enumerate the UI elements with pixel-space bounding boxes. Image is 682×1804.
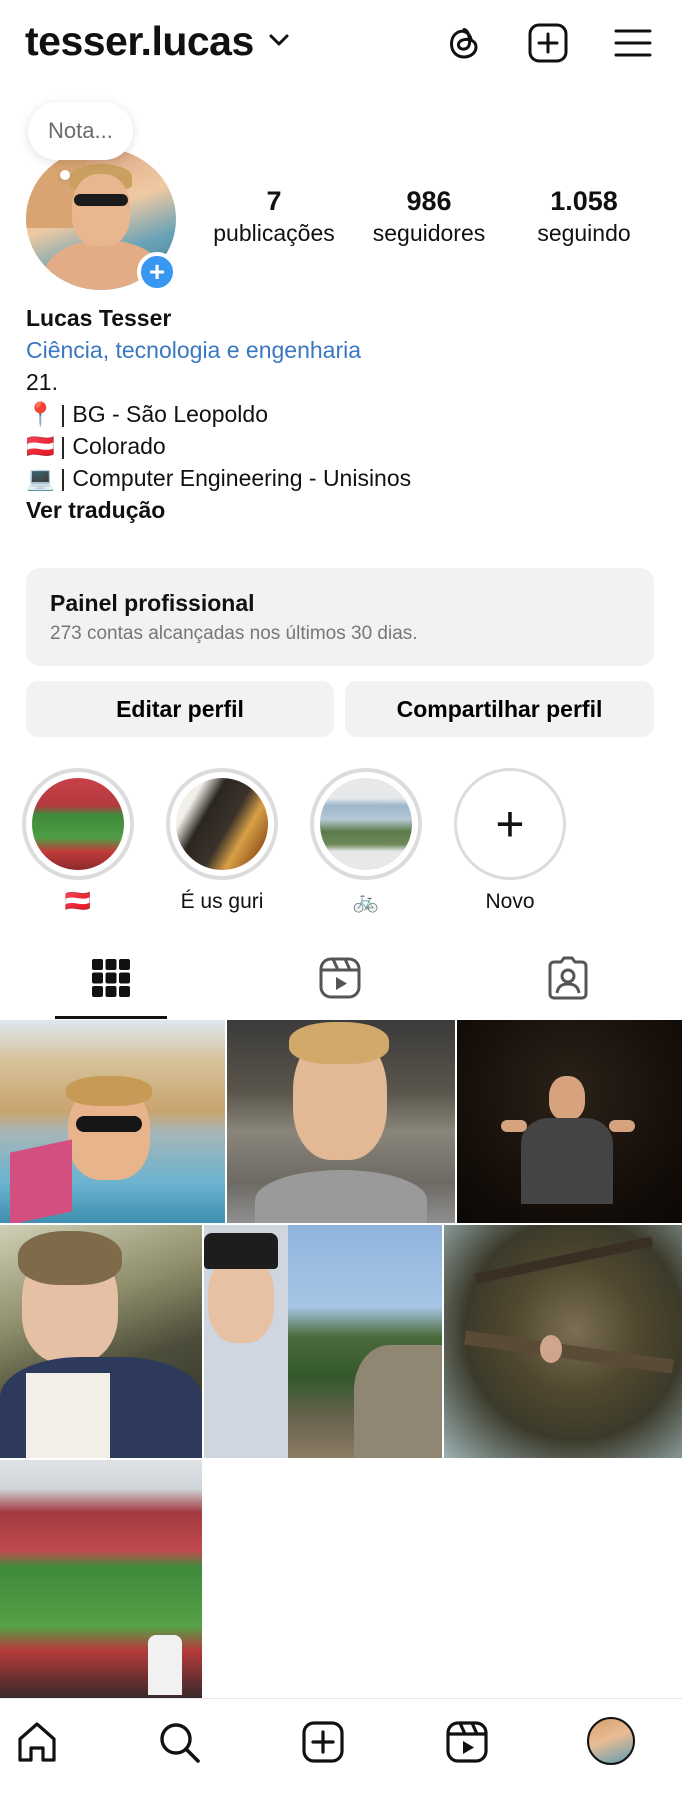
highlight-e-us-guri[interactable]: É us guri <box>166 768 278 914</box>
stat-followers[interactable]: 986 seguidores <box>362 184 496 248</box>
highlight-caption: Novo <box>485 890 535 913</box>
bio-line-location: 📍 | BG - São Leopoldo <box>26 398 646 430</box>
stat-followers-label: seguidores <box>372 220 486 246</box>
post-thumbnail[interactable] <box>227 1020 455 1223</box>
highlight-ring <box>22 768 134 880</box>
highlight-ring <box>166 768 278 880</box>
see-translation-link[interactable]: Ver tradução <box>26 494 646 526</box>
tagged-tab[interactable] <box>546 956 590 1000</box>
category-link[interactable]: Ciência, tecnologia e engenharia <box>26 334 646 366</box>
stat-followers-value: 986 <box>406 186 452 216</box>
reels-icon[interactable] <box>444 1719 490 1765</box>
highlight-cover-landscape <box>320 778 412 870</box>
stat-following-value: 1.058 <box>550 186 618 216</box>
post-thumbnail[interactable] <box>0 1225 202 1458</box>
create-icon[interactable] <box>527 22 569 64</box>
highlight-caption: 🚲 <box>352 890 380 913</box>
reels-tab[interactable] <box>318 956 362 1000</box>
bio-line-age: 21. <box>26 366 646 398</box>
menu-icon[interactable] <box>612 22 654 64</box>
home-icon[interactable] <box>14 1719 60 1765</box>
note-bubble[interactable]: Nota... <box>28 102 133 160</box>
add-story-plus-icon[interactable]: + <box>137 252 177 292</box>
active-tab-indicator <box>55 1016 167 1019</box>
profile-bio: Lucas Tesser Ciência, tecnologia e engen… <box>26 302 646 526</box>
post-thumbnail[interactable] <box>457 1020 682 1223</box>
note-placeholder: Nota... <box>48 118 113 143</box>
bio-line-text: | Colorado <box>60 433 166 459</box>
highlight-ring <box>310 768 422 880</box>
pro-panel-title: Painel profissional <box>50 590 255 616</box>
flag-icon: 🇦🇹 <box>26 433 55 459</box>
reels-icon <box>319 957 361 999</box>
highlight-new[interactable]: + Novo <box>454 768 566 914</box>
share-profile-button[interactable]: Compartilhar perfil <box>345 681 654 737</box>
laptop-icon: 💻 <box>26 465 55 491</box>
bottom-navigation <box>0 1698 682 1804</box>
search-icon[interactable] <box>156 1719 202 1765</box>
highlight-cover-beer <box>176 778 268 870</box>
chevron-down-icon[interactable] <box>268 32 290 48</box>
stat-posts-value: 7 <box>266 186 282 216</box>
edit-profile-button[interactable]: Editar perfil <box>26 681 334 737</box>
professional-dashboard[interactable]: Painel profissional 273 contas alcançada… <box>26 568 654 666</box>
display-name: Lucas Tesser <box>26 305 172 331</box>
stat-posts[interactable]: 7 publicações <box>204 184 344 248</box>
post-thumbnail[interactable] <box>204 1225 442 1458</box>
bio-line-study: 💻 | Computer Engineering - Unisinos <box>26 462 646 494</box>
bio-line-text: 21. <box>26 369 58 395</box>
bio-line-text: | Computer Engineering - Unisinos <box>60 465 412 491</box>
highlight-colorado[interactable]: 🇦🇹 <box>22 768 134 914</box>
pin-icon: 📍 <box>26 401 55 427</box>
highlight-cover-stadium <box>32 778 124 870</box>
new-highlight-circle: + <box>454 768 566 880</box>
bio-line-team: 🇦🇹 | Colorado <box>26 430 646 462</box>
note-bubble-tail <box>60 170 70 180</box>
plus-icon: + <box>495 796 525 852</box>
highlight-bike[interactable]: 🚲 <box>310 768 422 914</box>
top-header: tesser.lucas <box>0 0 682 92</box>
post-thumbnail[interactable] <box>0 1020 225 1223</box>
username[interactable]: tesser.lucas <box>25 18 254 65</box>
stat-following[interactable]: 1.058 seguindo <box>520 184 648 248</box>
stat-posts-label: publicações <box>213 220 335 246</box>
highlight-caption: É us guri <box>180 890 264 913</box>
grid-tab[interactable] <box>89 956 133 1000</box>
bio-line-text: | BG - São Leopoldo <box>60 401 268 427</box>
highlight-caption: 🇦🇹 <box>64 890 92 913</box>
create-post-icon[interactable] <box>300 1719 346 1765</box>
post-thumbnail[interactable] <box>0 1460 202 1698</box>
post-thumbnail[interactable] <box>444 1225 682 1458</box>
tagged-icon <box>548 956 588 1000</box>
threads-icon[interactable] <box>443 22 485 64</box>
stat-following-label: seguindo <box>537 220 631 246</box>
profile-avatar-nav[interactable] <box>587 1717 635 1765</box>
grid-icon <box>92 959 130 997</box>
pro-panel-subtitle: 273 contas alcançadas nos últimos 30 dia… <box>50 623 418 644</box>
